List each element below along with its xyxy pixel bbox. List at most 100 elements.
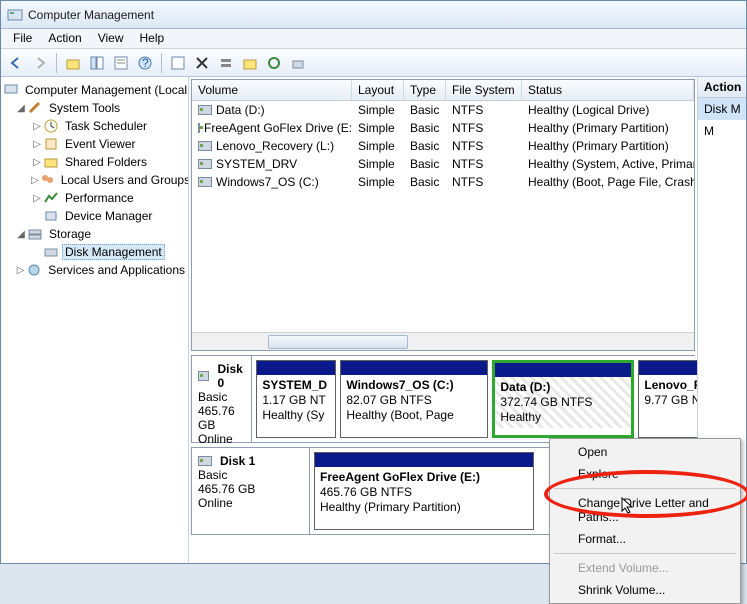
- menu-file[interactable]: File: [5, 29, 40, 48]
- expand-icon[interactable]: ▷: [31, 193, 43, 204]
- expand-icon[interactable]: ▷: [31, 175, 39, 186]
- disk-label: Disk 0: [217, 362, 245, 390]
- volume-row[interactable]: FreeAgent GoFlex Drive (E:)SimpleBasicNT…: [192, 119, 694, 137]
- settings-button[interactable]: [287, 52, 309, 74]
- tree-system-tools[interactable]: ◢System Tools: [1, 99, 188, 117]
- partition-bar: [341, 361, 487, 375]
- volume-status: Healthy (Logical Drive): [522, 102, 694, 118]
- ctx-separator: [554, 553, 736, 554]
- partition[interactable]: Windows7_OS (C:)82.07 GB NTFSHealthy (Bo…: [340, 360, 488, 438]
- titlebar[interactable]: Computer Management: [1, 1, 746, 29]
- partition-bar: [639, 361, 697, 375]
- tree-device-manager[interactable]: Device Manager: [1, 207, 188, 225]
- event-icon: [43, 136, 59, 152]
- expand-icon[interactable]: ▷: [31, 157, 43, 168]
- partition[interactable]: Lenovo_Recove9.77 GB NTFS: [638, 360, 697, 438]
- expand-icon[interactable]: ▷: [15, 265, 26, 276]
- partition-size: 9.77 GB NTFS: [644, 393, 697, 407]
- partition-status: Healthy (Sy: [262, 408, 324, 422]
- expand-icon[interactable]: ▷: [31, 139, 43, 150]
- properties-button[interactable]: [110, 52, 132, 74]
- action-item-diskm[interactable]: Disk M: [698, 98, 746, 120]
- volume-layout: Simple: [352, 120, 404, 136]
- disk-label: Disk 1: [220, 454, 255, 468]
- tree-storage[interactable]: ◢Storage: [1, 225, 188, 243]
- refresh-button[interactable]: [167, 52, 189, 74]
- volume-row[interactable]: Data (D:)SimpleBasicNTFSHealthy (Logical…: [192, 101, 694, 119]
- disk-info[interactable]: Disk 0Basic465.76 GBOnline: [192, 356, 252, 442]
- col-layout[interactable]: Layout: [352, 80, 404, 100]
- ctx-open[interactable]: Open: [552, 441, 738, 463]
- partition-title: Data (D:): [500, 380, 550, 394]
- col-volume[interactable]: Volume: [192, 80, 352, 100]
- help-button[interactable]: ?: [134, 52, 156, 74]
- volume-row[interactable]: Lenovo_Recovery (L:)SimpleBasicNTFSHealt…: [192, 137, 694, 155]
- ctx-explore[interactable]: Explore: [552, 463, 738, 485]
- volume-status: Healthy (Primary Partition): [522, 120, 694, 136]
- col-status[interactable]: Status: [522, 80, 694, 100]
- menubar: File Action View Help: [1, 29, 746, 49]
- horizontal-scrollbar[interactable]: [192, 332, 694, 350]
- action-button[interactable]: [215, 52, 237, 74]
- disk-size: 465.76 GB: [198, 404, 245, 432]
- action-item-more[interactable]: M: [698, 120, 746, 142]
- tree-disk-management[interactable]: Disk Management: [1, 243, 188, 261]
- volume-status: Healthy (Boot, Page File, Crash Dump,: [522, 174, 694, 190]
- tree-event-viewer[interactable]: ▷Event Viewer: [1, 135, 188, 153]
- disk-info[interactable]: Disk 1Basic465.76 GBOnline: [192, 448, 310, 534]
- action-pane-header: Action: [698, 77, 746, 98]
- volume-type: Basic: [404, 174, 446, 190]
- menu-help[interactable]: Help: [132, 29, 173, 48]
- ctx-separator: [554, 488, 736, 489]
- show-hide-tree-button[interactable]: [86, 52, 108, 74]
- collapse-icon[interactable]: ◢: [15, 103, 27, 114]
- partition-status: Healthy: [500, 410, 541, 424]
- menu-action[interactable]: Action: [40, 29, 89, 48]
- volume-name: Windows7_OS (C:): [216, 175, 319, 189]
- partition-bar: [257, 361, 335, 375]
- volume-type: Basic: [404, 102, 446, 118]
- disk-icon: [198, 371, 209, 381]
- rescan-button[interactable]: [263, 52, 285, 74]
- users-icon: [39, 172, 55, 188]
- volume-status: Healthy (System, Active, Primary Partit: [522, 156, 694, 172]
- navigation-tree[interactable]: Computer Management (Local ◢System Tools…: [1, 77, 189, 563]
- tree-performance[interactable]: ▷Performance: [1, 189, 188, 207]
- partition[interactable]: FreeAgent GoFlex Drive (E:)465.76 GB NTF…: [314, 452, 534, 530]
- delete-button[interactable]: [191, 52, 213, 74]
- partition[interactable]: SYSTEM_D1.17 GB NTHealthy (Sy: [256, 360, 336, 438]
- ctx-change-drive-letter[interactable]: Change Drive Letter and Paths...: [552, 492, 738, 528]
- expand-icon[interactable]: ▷: [31, 121, 43, 132]
- up-button[interactable]: [62, 52, 84, 74]
- volume-row[interactable]: SYSTEM_DRVSimpleBasicNTFSHealthy (System…: [192, 155, 694, 173]
- nav-back-button[interactable]: [5, 52, 27, 74]
- volume-fs: NTFS: [446, 174, 522, 190]
- volume-list[interactable]: Volume Layout Type File System Status Da…: [191, 79, 695, 351]
- menu-view[interactable]: View: [90, 29, 132, 48]
- collapse-icon[interactable]: ◢: [15, 229, 27, 240]
- open-button[interactable]: [239, 52, 261, 74]
- volume-list-header: Volume Layout Type File System Status: [192, 80, 694, 101]
- volume-layout: Simple: [352, 156, 404, 172]
- disk-icon: [198, 456, 212, 466]
- ctx-shrink-volume[interactable]: Shrink Volume...: [552, 579, 738, 601]
- volume-row[interactable]: Windows7_OS (C:)SimpleBasicNTFSHealthy (…: [192, 173, 694, 191]
- tree-root[interactable]: Computer Management (Local: [1, 81, 188, 99]
- col-fs[interactable]: File System: [446, 80, 522, 100]
- volume-status: Healthy (Primary Partition): [522, 138, 694, 154]
- nav-forward-button[interactable]: [29, 52, 51, 74]
- tree-task-scheduler[interactable]: ▷Task Scheduler: [1, 117, 188, 135]
- ctx-format[interactable]: Format...: [552, 528, 738, 550]
- volume-list-body: Data (D:)SimpleBasicNTFSHealthy (Logical…: [192, 101, 694, 332]
- disk-row: Disk 0Basic465.76 GBOnlineSYSTEM_D1.17 G…: [191, 355, 695, 443]
- disk-type: Basic: [198, 468, 303, 482]
- tree-shared-folders[interactable]: ▷Shared Folders: [1, 153, 188, 171]
- partition-size: 465.76 GB NTFS: [320, 485, 412, 499]
- scrollbar-thumb[interactable]: [268, 335, 408, 349]
- col-type[interactable]: Type: [404, 80, 446, 100]
- tree-local-users[interactable]: ▷Local Users and Groups: [1, 171, 188, 189]
- window-title: Computer Management: [28, 8, 154, 22]
- tree-services[interactable]: ▷Services and Applications: [1, 261, 188, 279]
- disk-icon: [43, 244, 59, 260]
- partition[interactable]: Data (D:)372.74 GB NTFSHealthy: [492, 360, 634, 438]
